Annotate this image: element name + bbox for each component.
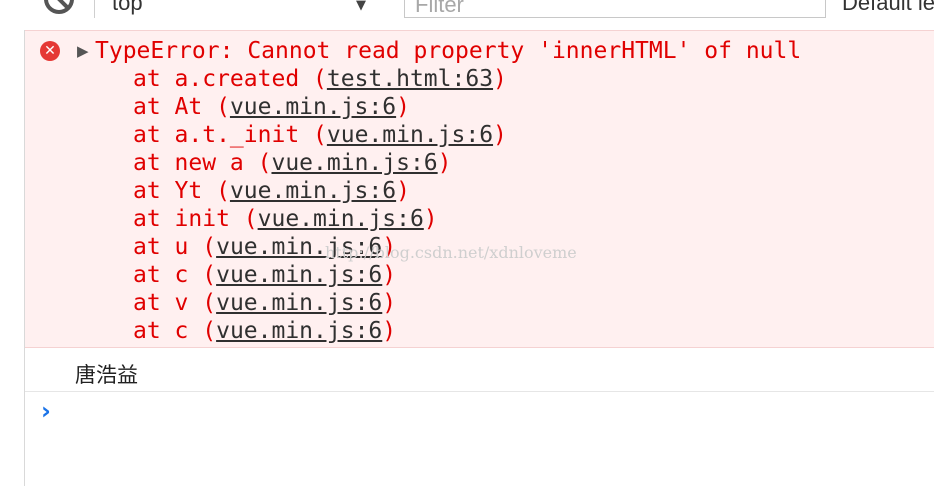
context-selector[interactable]: top xyxy=(112,0,372,16)
source-link[interactable]: vue.min.js:6 xyxy=(230,94,396,120)
error-text: TypeError: Cannot read property 'innerHT… xyxy=(95,38,802,64)
levels-dropdown[interactable]: Default levels xyxy=(842,0,934,16)
stack-frame: at At (vue.min.js:6) xyxy=(133,93,410,121)
log-message: 唐浩益 xyxy=(25,348,934,392)
stack-frame-text: ) xyxy=(437,150,452,176)
stack-frame-text: at a.t._init ( xyxy=(133,122,327,148)
stack-frame-text: at u ( xyxy=(133,234,217,260)
console-toolbar: top ▼ Filter Default levels xyxy=(0,0,934,30)
toolbar-divider xyxy=(94,0,95,18)
console-panel: ✕ ▶ TypeError: Cannot read property 'inn… xyxy=(24,30,934,486)
stack-frame-text: ) xyxy=(396,94,410,120)
stack-frame-text: ) xyxy=(382,290,397,316)
stack-frame: at a.t._init (vue.min.js:6) xyxy=(133,121,507,149)
stack-frame: at init (vue.min.js:6) xyxy=(133,205,438,233)
stack-frame-text: at At ( xyxy=(133,94,230,120)
source-link[interactable]: vue.min.js:6 xyxy=(216,262,382,288)
log-text: 唐浩益 xyxy=(75,363,138,387)
stack-frame-text: at new a ( xyxy=(133,150,272,176)
stack-frame: at Yt (vue.min.js:6) xyxy=(133,177,410,205)
stack-frame-text: ) xyxy=(493,122,507,148)
stack-frame-text: at a.created ( xyxy=(133,66,327,92)
stack-frame-text: at Yt ( xyxy=(133,178,230,204)
stack-frame-text: ) xyxy=(493,66,507,92)
prompt-chevron-icon: › xyxy=(41,397,51,425)
stack-frame: at a.created (test.html:63) xyxy=(133,65,507,93)
source-link[interactable]: vue.min.js:6 xyxy=(271,150,437,176)
stack-frame-text: ) xyxy=(382,262,397,288)
source-link[interactable]: vue.min.js:6 xyxy=(258,206,424,232)
stack-frame: at c (vue.min.js:6) xyxy=(133,317,396,345)
stack-frame-text: at c ( xyxy=(133,318,217,344)
stack-frame: at v (vue.min.js:6) xyxy=(133,289,396,317)
expand-triangle-icon[interactable]: ▶ xyxy=(77,42,89,60)
error-icon: ✕ xyxy=(40,41,60,61)
block-icon[interactable] xyxy=(44,0,74,14)
stack-frame-text: at v ( xyxy=(133,290,217,316)
stack-frame-text: ) xyxy=(382,318,397,344)
stack-frame-text: ) xyxy=(423,206,438,232)
filter-input[interactable]: Filter xyxy=(404,0,826,18)
chevron-down-icon[interactable]: ▼ xyxy=(356,0,366,13)
source-link[interactable]: vue.min.js:6 xyxy=(216,318,382,344)
watermark: http://blog.csdn.net/xdnloveme xyxy=(325,243,577,262)
source-link[interactable]: test.html:63 xyxy=(327,66,493,92)
stack-frame: at new a (vue.min.js:6) xyxy=(133,149,452,177)
stack-frame-text: at c ( xyxy=(133,262,217,288)
stack-frame: at c (vue.min.js:6) xyxy=(133,261,396,289)
stack-frame-text: ) xyxy=(396,178,410,204)
source-link[interactable]: vue.min.js:6 xyxy=(216,290,382,316)
source-link[interactable]: vue.min.js:6 xyxy=(327,122,493,148)
source-link[interactable]: vue.min.js:6 xyxy=(230,178,396,204)
stack-frame-text: at init ( xyxy=(133,206,258,232)
console-prompt[interactable]: › xyxy=(25,392,934,432)
error-message: ✕ ▶ TypeError: Cannot read property 'inn… xyxy=(25,30,934,348)
